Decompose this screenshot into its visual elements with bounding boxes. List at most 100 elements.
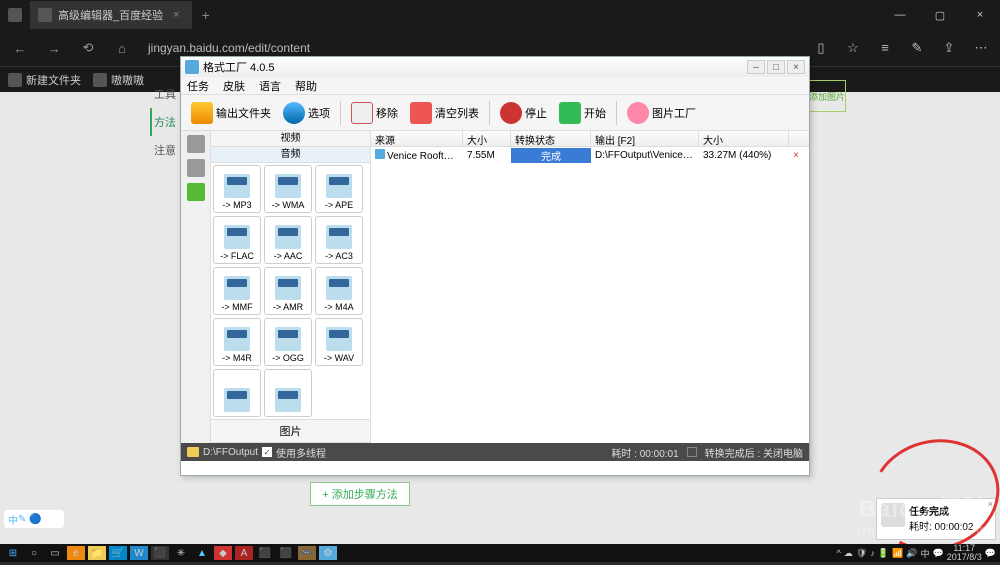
format-button[interactable]: -> OGG xyxy=(264,318,312,366)
taskbar-app[interactable]: W xyxy=(130,546,148,560)
tray-icon[interactable]: ♪ xyxy=(870,548,875,558)
tray-icon[interactable]: 🔋 xyxy=(878,548,889,559)
start-button[interactable]: ⊞ xyxy=(4,546,22,560)
format-button[interactable] xyxy=(264,369,312,417)
favorite-icon[interactable]: ☆ xyxy=(840,40,866,56)
pic-factory-button[interactable]: 图片工厂 xyxy=(623,100,700,126)
maximize-button[interactable]: □ xyxy=(767,60,785,74)
col-size2[interactable]: 大小 xyxy=(699,131,789,146)
col-status[interactable]: 转换状态 xyxy=(511,131,591,146)
taskbar-app[interactable]: e xyxy=(67,546,85,560)
task-row[interactable]: Venice Rooftops.m... 7.55M 完成 D:\FFOutpu… xyxy=(371,147,809,163)
cat-pic[interactable]: 图片 xyxy=(211,419,370,443)
clear-button[interactable]: 清空列表 xyxy=(406,100,483,126)
task-view-icon[interactable]: ▭ xyxy=(46,546,64,560)
output-path[interactable]: D:\FFOutput xyxy=(203,447,258,458)
taskbar-app[interactable]: ⬛ xyxy=(256,546,274,560)
menu-skin[interactable]: 皮肤 xyxy=(223,78,245,94)
url-bar[interactable]: jingyan.baidu.com/edit/content xyxy=(142,41,802,55)
folder-icon[interactable] xyxy=(187,447,199,457)
col-output[interactable]: 输出 [F2] xyxy=(591,131,699,146)
taskbar-app[interactable]: ◆ xyxy=(214,546,232,560)
format-button[interactable]: -> APE xyxy=(315,165,363,213)
close-button[interactable]: × xyxy=(960,9,1000,22)
back-button[interactable]: ← xyxy=(6,41,34,56)
rail-icon[interactable] xyxy=(187,135,205,153)
home-button[interactable]: ⌂ xyxy=(108,41,136,56)
browser-tab[interactable]: 高级编辑器_百度经验 × xyxy=(30,1,192,29)
format-button[interactable]: -> FLAC xyxy=(213,216,261,264)
tree-header-audio[interactable]: 音频 xyxy=(211,147,370,163)
refresh-button[interactable]: ⟲ xyxy=(74,40,102,56)
tray-icon[interactable]: ☁ xyxy=(844,548,853,559)
add-step-button[interactable]: + 添加步骤方法 xyxy=(310,482,410,506)
format-button[interactable] xyxy=(213,369,261,417)
reading-view-icon[interactable]: ▯ xyxy=(808,40,834,56)
format-button[interactable]: -> AMR xyxy=(264,267,312,315)
options-button[interactable]: 选项 xyxy=(279,100,334,126)
rail-icon[interactable] xyxy=(187,159,205,177)
format-button[interactable]: -> AAC xyxy=(264,216,312,264)
output-folder-button[interactable]: 输出文件夹 xyxy=(187,100,275,126)
taskbar-app[interactable]: ▲ xyxy=(193,546,211,560)
taskbar-app[interactable]: 📁 xyxy=(88,546,106,560)
cortana-icon[interactable]: ○ xyxy=(25,546,43,560)
notes-icon[interactable]: ✎ xyxy=(904,40,930,56)
taskbar-app[interactable]: ⚙ xyxy=(319,546,337,560)
minimize-button[interactable]: – xyxy=(747,60,765,74)
tray-icon[interactable]: 🔊 xyxy=(906,548,917,559)
after-done-checkbox[interactable] xyxy=(687,447,697,457)
delete-row-icon[interactable]: × xyxy=(789,150,799,160)
maximize-button[interactable]: ▢ xyxy=(920,9,960,22)
taskbar-app[interactable]: ⬛ xyxy=(151,546,169,560)
tray-up-icon[interactable]: ^ xyxy=(837,548,841,558)
forward-button[interactable]: → xyxy=(40,41,68,56)
status-bar: D:\FFOutput ✓ 使用多线程 耗时 : 00:00:01 转换完成后 … xyxy=(181,443,809,461)
ime-tray[interactable]: 中 xyxy=(921,547,930,560)
close-button[interactable]: × xyxy=(787,60,805,74)
share-icon[interactable]: ⇪ xyxy=(936,40,962,56)
menu-lang[interactable]: 语言 xyxy=(259,78,281,94)
multi-thread-checkbox[interactable]: ✓ xyxy=(262,447,272,457)
format-button[interactable]: -> WAV xyxy=(315,318,363,366)
format-button[interactable]: -> MP3 xyxy=(213,165,261,213)
stop-button[interactable]: 停止 xyxy=(496,100,551,126)
remove-button[interactable]: 移除 xyxy=(347,100,402,126)
taskbar-app[interactable]: ⬛ xyxy=(277,546,295,560)
browser-tabs-bar: 高级编辑器_百度经验 × + — ▢ × xyxy=(0,0,1000,30)
col-size[interactable]: 大小 xyxy=(463,131,511,146)
start-button[interactable]: 开始 xyxy=(555,100,610,126)
tray-icon[interactable]: 🛡 xyxy=(856,548,867,559)
add-image-button[interactable]: 添加图片 xyxy=(808,80,846,112)
taskbar-app[interactable]: 🎮 xyxy=(298,546,316,560)
more-icon[interactable]: ⋯ xyxy=(968,40,994,56)
format-button[interactable]: -> AC3 xyxy=(315,216,363,264)
notification-center-icon[interactable]: 💬 xyxy=(985,548,996,559)
new-tab-button[interactable]: + xyxy=(192,7,220,23)
taskbar-app[interactable]: ✳ xyxy=(172,546,190,560)
minimize-button[interactable]: — xyxy=(880,9,920,22)
tray-icon[interactable]: 💬 xyxy=(933,548,944,559)
clock[interactable]: 11:172017/8/3 xyxy=(947,544,982,562)
close-tab-icon[interactable]: × xyxy=(169,9,183,21)
taskbar-app[interactable]: A xyxy=(235,546,253,560)
col-source[interactable]: 来源 xyxy=(371,131,463,146)
tray-icon[interactable]: 📶 xyxy=(892,548,903,559)
window-title-bar[interactable]: 格式工厂 4.0.5 – □ × xyxy=(181,57,809,77)
menu-task[interactable]: 任务 xyxy=(187,78,209,94)
format-button[interactable]: -> MMF xyxy=(213,267,261,315)
bookmark-item[interactable]: 嗷嗷嗷 xyxy=(93,72,144,88)
format-icon xyxy=(275,388,301,412)
format-button[interactable]: -> WMA xyxy=(264,165,312,213)
ime-indicator[interactable]: 中 ✎ 🔵 xyxy=(4,510,64,528)
format-button[interactable]: -> M4A xyxy=(315,267,363,315)
hub-icon[interactable]: ≡ xyxy=(872,40,898,56)
menu-help[interactable]: 帮助 xyxy=(295,78,317,94)
rail-icon[interactable] xyxy=(187,183,205,201)
tab-icon-only[interactable] xyxy=(0,1,30,29)
taskbar-app[interactable]: 🛒 xyxy=(109,546,127,560)
bookmark-item[interactable]: 新建文件夹 xyxy=(8,72,81,88)
format-button[interactable]: -> M4R xyxy=(213,318,261,366)
image-icon xyxy=(627,102,649,124)
tree-header-video[interactable]: 视频 xyxy=(211,131,370,147)
